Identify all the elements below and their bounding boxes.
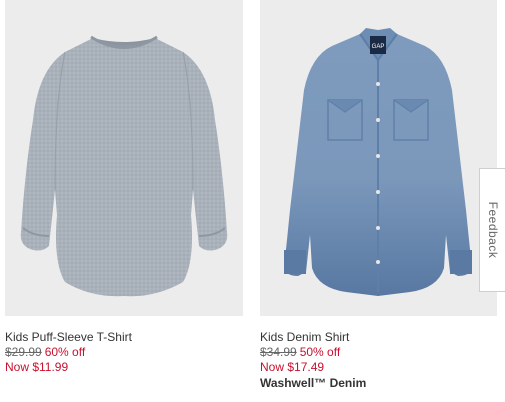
discount-percent: 60% off	[44, 345, 86, 359]
product-card: GAP Kids Denim Shirt $34.99 50% off Now $…	[260, 0, 497, 391]
sale-price: Now $17.49	[260, 360, 325, 374]
price-line: $29.99 60% off	[5, 345, 243, 360]
sale-price: Now $11.99	[5, 360, 69, 374]
denim-shirt-illustration: GAP	[284, 28, 472, 296]
product-name[interactable]: Kids Puff-Sleeve T-Shirt	[5, 330, 243, 345]
discount-percent: 50% off	[299, 345, 341, 359]
original-price: $34.99	[260, 345, 297, 359]
product-name[interactable]: Kids Denim Shirt	[260, 330, 497, 345]
feedback-label: Feedback	[485, 201, 500, 259]
original-price: $29.99	[5, 345, 42, 359]
product-subtitle: Washwell™ Denim	[260, 376, 367, 390]
tshirt-illustration	[20, 35, 228, 297]
feedback-tab[interactable]: Feedback	[479, 168, 505, 292]
price-line: $34.99 50% off	[260, 345, 497, 360]
product-image-puff-sleeve-tshirt[interactable]	[5, 0, 243, 316]
product-image-denim-shirt[interactable]: GAP	[260, 0, 497, 316]
brand-logo-label: GAP	[372, 44, 385, 50]
product-card: Kids Puff-Sleeve T-Shirt $29.99 60% off N…	[5, 0, 243, 375]
